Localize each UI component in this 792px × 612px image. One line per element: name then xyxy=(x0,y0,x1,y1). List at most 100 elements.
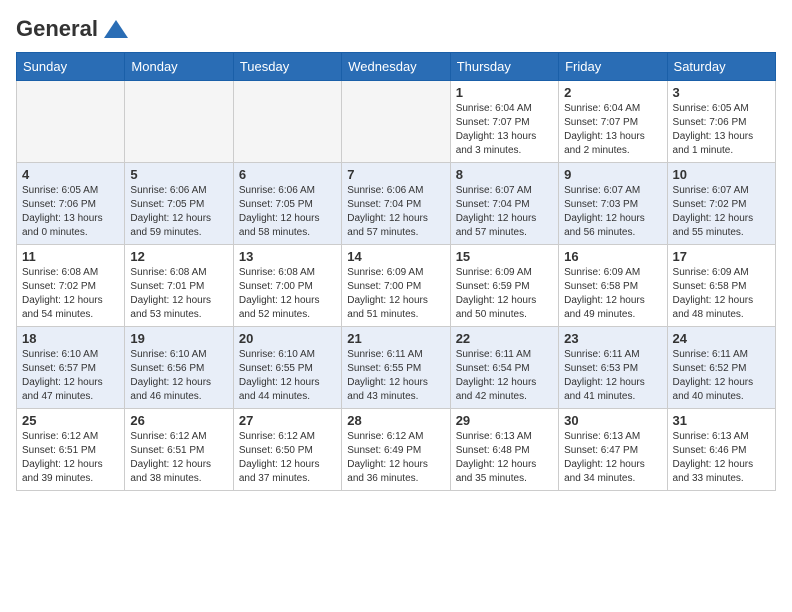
day-number: 10 xyxy=(673,167,770,182)
day-info: Sunrise: 6:13 AM Sunset: 6:47 PM Dayligh… xyxy=(564,430,661,486)
day-number: 25 xyxy=(22,413,119,428)
day-info: Sunrise: 6:09 AM Sunset: 6:59 PM Dayligh… xyxy=(456,266,553,322)
calendar-week-5: 25 Sunrise: 6:12 AM Sunset: 6:51 PM Dayli… xyxy=(17,409,776,491)
calendar-day-13: 13 Sunrise: 6:08 AM Sunset: 7:00 PM Dayli… xyxy=(233,245,341,327)
day-info: Sunrise: 6:12 AM Sunset: 6:51 PM Dayligh… xyxy=(130,430,227,486)
day-info: Sunrise: 6:11 AM Sunset: 6:55 PM Dayligh… xyxy=(347,348,444,404)
day-header-wednesday: Wednesday xyxy=(342,53,450,81)
calendar-day-14: 14Sunrise: 6:09 AM Sunset: 7:00 PM Dayli… xyxy=(342,245,450,327)
day-number: 23 xyxy=(564,331,661,346)
day-number: 3 xyxy=(673,85,770,100)
day-info: Sunrise: 6:11 AM Sunset: 6:54 PM Dayligh… xyxy=(456,348,553,404)
day-number: 31 xyxy=(673,413,770,428)
day-number: 4 xyxy=(22,167,119,182)
day-header-monday: Monday xyxy=(125,53,233,81)
day-info: Sunrise: 6:10 AM Sunset: 6:56 PM Dayligh… xyxy=(130,348,227,404)
day-number: 15 xyxy=(456,249,553,264)
calendar-day-3: 3 Sunrise: 6:05 AM Sunset: 7:06 PM Daylig… xyxy=(667,81,775,163)
calendar-day-1: 1 Sunrise: 6:04 AM Sunset: 7:07 PM Daylig… xyxy=(450,81,558,163)
day-info: Sunrise: 6:13 AM Sunset: 6:46 PM Dayligh… xyxy=(673,430,770,486)
calendar-empty xyxy=(17,81,125,163)
day-number: 28 xyxy=(347,413,444,428)
calendar-day-7: 7 Sunrise: 6:06 AM Sunset: 7:04 PM Daylig… xyxy=(342,163,450,245)
day-info: Sunrise: 6:08 AM Sunset: 7:01 PM Dayligh… xyxy=(130,266,227,322)
day-info: Sunrise: 6:12 AM Sunset: 6:49 PM Dayligh… xyxy=(347,430,444,486)
day-header-saturday: Saturday xyxy=(667,53,775,81)
day-number: 11 xyxy=(22,249,119,264)
day-number: 16 xyxy=(564,249,661,264)
calendar-day-28: 28 Sunrise: 6:12 AM Sunset: 6:49 PM Dayli… xyxy=(342,409,450,491)
calendar-day-26: 26 Sunrise: 6:12 AM Sunset: 6:51 PM Dayli… xyxy=(125,409,233,491)
calendar-day-17: 17 Sunrise: 6:09 AM Sunset: 6:58 PM Dayli… xyxy=(667,245,775,327)
day-info: Sunrise: 6:11 AM Sunset: 6:52 PM Dayligh… xyxy=(673,348,770,404)
calendar-day-27: 27 Sunrise: 6:12 AM Sunset: 6:50 PM Dayli… xyxy=(233,409,341,491)
day-number: 21 xyxy=(347,331,444,346)
day-info: Sunrise: 6:10 AM Sunset: 6:55 PM Dayligh… xyxy=(239,348,336,404)
logo-icon xyxy=(102,18,130,40)
calendar-day-30: 30Sunrise: 6:13 AM Sunset: 6:47 PM Dayli… xyxy=(559,409,667,491)
logo-general: General xyxy=(16,16,98,42)
day-header-tuesday: Tuesday xyxy=(233,53,341,81)
day-info: Sunrise: 6:05 AM Sunset: 7:06 PM Dayligh… xyxy=(22,184,119,240)
calendar-day-11: 11 Sunrise: 6:08 AM Sunset: 7:02 PM Dayli… xyxy=(17,245,125,327)
calendar-week-2: 4 Sunrise: 6:05 AM Sunset: 7:06 PM Daylig… xyxy=(17,163,776,245)
page-header: General xyxy=(16,16,776,40)
day-number: 7 xyxy=(347,167,444,182)
calendar-day-2: 2 Sunrise: 6:04 AM Sunset: 7:07 PM Daylig… xyxy=(559,81,667,163)
day-info: Sunrise: 6:06 AM Sunset: 7:05 PM Dayligh… xyxy=(130,184,227,240)
calendar-week-3: 11 Sunrise: 6:08 AM Sunset: 7:02 PM Dayli… xyxy=(17,245,776,327)
calendar-day-18: 18Sunrise: 6:10 AM Sunset: 6:57 PM Dayli… xyxy=(17,327,125,409)
day-info: Sunrise: 6:06 AM Sunset: 7:05 PM Dayligh… xyxy=(239,184,336,240)
calendar-day-31: 31 Sunrise: 6:13 AM Sunset: 6:46 PM Dayli… xyxy=(667,409,775,491)
day-number: 2 xyxy=(564,85,661,100)
day-number: 18 xyxy=(22,331,119,346)
day-number: 27 xyxy=(239,413,336,428)
day-info: Sunrise: 6:07 AM Sunset: 7:03 PM Dayligh… xyxy=(564,184,661,240)
calendar-week-4: 18Sunrise: 6:10 AM Sunset: 6:57 PM Dayli… xyxy=(17,327,776,409)
day-info: Sunrise: 6:09 AM Sunset: 6:58 PM Dayligh… xyxy=(673,266,770,322)
calendar-day-24: 24 Sunrise: 6:11 AM Sunset: 6:52 PM Dayli… xyxy=(667,327,775,409)
calendar-table: SundayMondayTuesdayWednesdayThursdayFrid… xyxy=(16,52,776,491)
day-number: 17 xyxy=(673,249,770,264)
day-info: Sunrise: 6:09 AM Sunset: 6:58 PM Dayligh… xyxy=(564,266,661,322)
day-number: 26 xyxy=(130,413,227,428)
day-info: Sunrise: 6:09 AM Sunset: 7:00 PM Dayligh… xyxy=(347,266,444,322)
day-number: 29 xyxy=(456,413,553,428)
day-number: 24 xyxy=(673,331,770,346)
calendar-day-6: 6 Sunrise: 6:06 AM Sunset: 7:05 PM Daylig… xyxy=(233,163,341,245)
day-number: 22 xyxy=(456,331,553,346)
calendar-day-25: 25Sunrise: 6:12 AM Sunset: 6:51 PM Dayli… xyxy=(17,409,125,491)
day-info: Sunrise: 6:04 AM Sunset: 7:07 PM Dayligh… xyxy=(564,102,661,158)
day-info: Sunrise: 6:07 AM Sunset: 7:04 PM Dayligh… xyxy=(456,184,553,240)
day-info: Sunrise: 6:05 AM Sunset: 7:06 PM Dayligh… xyxy=(673,102,770,158)
day-header-friday: Friday xyxy=(559,53,667,81)
day-number: 12 xyxy=(130,249,227,264)
day-info: Sunrise: 6:08 AM Sunset: 7:00 PM Dayligh… xyxy=(239,266,336,322)
calendar-day-15: 15 Sunrise: 6:09 AM Sunset: 6:59 PM Dayli… xyxy=(450,245,558,327)
day-info: Sunrise: 6:04 AM Sunset: 7:07 PM Dayligh… xyxy=(456,102,553,158)
calendar-day-16: 16 Sunrise: 6:09 AM Sunset: 6:58 PM Dayli… xyxy=(559,245,667,327)
calendar-week-1: 1 Sunrise: 6:04 AM Sunset: 7:07 PM Daylig… xyxy=(17,81,776,163)
day-info: Sunrise: 6:13 AM Sunset: 6:48 PM Dayligh… xyxy=(456,430,553,486)
calendar-day-20: 20 Sunrise: 6:10 AM Sunset: 6:55 PM Dayli… xyxy=(233,327,341,409)
calendar-empty xyxy=(342,81,450,163)
calendar-day-10: 10 Sunrise: 6:07 AM Sunset: 7:02 PM Dayli… xyxy=(667,163,775,245)
calendar-day-21: 21 Sunrise: 6:11 AM Sunset: 6:55 PM Dayli… xyxy=(342,327,450,409)
calendar-day-19: 19 Sunrise: 6:10 AM Sunset: 6:56 PM Dayli… xyxy=(125,327,233,409)
day-number: 6 xyxy=(239,167,336,182)
calendar-day-8: 8Sunrise: 6:07 AM Sunset: 7:04 PM Daylig… xyxy=(450,163,558,245)
day-info: Sunrise: 6:12 AM Sunset: 6:50 PM Dayligh… xyxy=(239,430,336,486)
day-info: Sunrise: 6:08 AM Sunset: 7:02 PM Dayligh… xyxy=(22,266,119,322)
day-number: 19 xyxy=(130,331,227,346)
calendar-day-22: 22 Sunrise: 6:11 AM Sunset: 6:54 PM Dayli… xyxy=(450,327,558,409)
day-number: 1 xyxy=(456,85,553,100)
day-header-sunday: Sunday xyxy=(17,53,125,81)
day-info: Sunrise: 6:07 AM Sunset: 7:02 PM Dayligh… xyxy=(673,184,770,240)
calendar-day-12: 12 Sunrise: 6:08 AM Sunset: 7:01 PM Dayli… xyxy=(125,245,233,327)
day-number: 20 xyxy=(239,331,336,346)
logo: General xyxy=(16,16,130,40)
day-header-thursday: Thursday xyxy=(450,53,558,81)
day-number: 13 xyxy=(239,249,336,264)
calendar-empty xyxy=(233,81,341,163)
day-info: Sunrise: 6:06 AM Sunset: 7:04 PM Dayligh… xyxy=(347,184,444,240)
